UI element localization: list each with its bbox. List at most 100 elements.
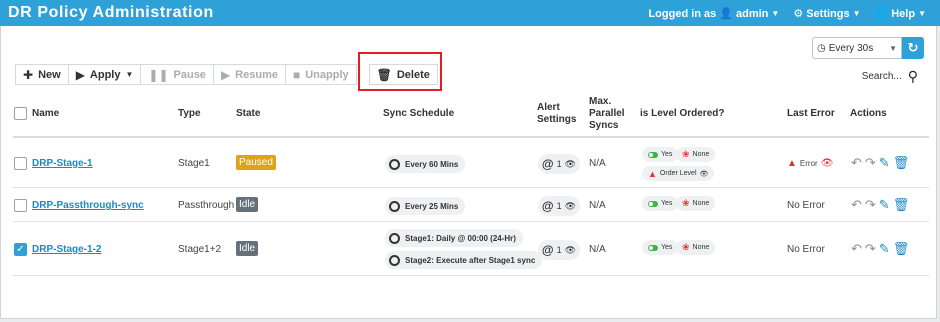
- level-yes: Yes: [661, 244, 673, 251]
- col-header-last-error[interactable]: Last Error: [787, 108, 835, 120]
- alert-settings-pill[interactable]: @ 1 👁: [538, 196, 580, 216]
- resume-icon: ▶: [220, 67, 231, 82]
- row-checkbox[interactable]: [14, 199, 27, 212]
- alert-settings-pill[interactable]: @ 1 👁: [538, 154, 580, 174]
- trash-icon[interactable]: 🗑: [893, 242, 910, 255]
- main-panel: ◷ Every 30s ▼ ↻ ✚ New ▶ Apply ▼ ❚❚ Pause…: [0, 26, 937, 319]
- schedule-text: Stage1: Daily @ 00:00 (24-Hr): [405, 233, 516, 243]
- chevron-down-icon: ▼: [918, 9, 926, 18]
- select-all-checkbox[interactable]: [14, 107, 27, 120]
- col-header-max-line2: Parallel: [589, 108, 625, 119]
- alert-count: 1: [556, 245, 562, 255]
- search-icon[interactable]: ⚲: [908, 68, 918, 85]
- level-ordered-pill: Yes: [642, 240, 679, 255]
- user-menu[interactable]: Logged in as 👤 admin ▼: [648, 7, 779, 21]
- unapply-label: Unapply: [305, 68, 349, 81]
- pause-button[interactable]: ❚❚ Pause: [141, 64, 214, 85]
- refresh-interval-select[interactable]: ◷ Every 30s ▼: [812, 37, 902, 59]
- col-header-level-ordered[interactable]: is Level Ordered?: [640, 108, 724, 120]
- chevron-down-icon: ▼: [889, 43, 897, 53]
- runner-icon: ❀: [682, 149, 690, 159]
- undo-icon[interactable]: ↶: [851, 156, 862, 169]
- eye-icon: 👁: [564, 244, 577, 255]
- col-header-sync-schedule[interactable]: Sync Schedule: [383, 108, 454, 120]
- toggle-icon: [648, 200, 658, 207]
- policy-type: Stage1+2: [178, 244, 222, 255]
- policy-name-link[interactable]: DRP-Passthrough-sync: [32, 200, 144, 211]
- max-parallel-value: N/A: [589, 158, 606, 169]
- policy-name-link[interactable]: DRP-Stage-1-2: [32, 244, 101, 255]
- level-none: None: [692, 200, 710, 207]
- policy-type: Stage1: [178, 158, 210, 169]
- max-parallel-value: N/A: [589, 200, 606, 211]
- row-actions: ↶ ↷ ✎ 🗑: [851, 156, 909, 169]
- resume-button[interactable]: ▶ Resume: [213, 64, 286, 85]
- delete-highlight-box: [358, 52, 442, 91]
- col-header-alert-line2: Settings: [537, 114, 577, 125]
- logged-in-label: Logged in as: [648, 7, 717, 20]
- at-icon: @: [541, 157, 554, 171]
- last-error-value[interactable]: ▲ Error 👁: [787, 158, 833, 169]
- refresh-button[interactable]: ↻: [902, 37, 924, 59]
- clock-icon: [389, 232, 400, 244]
- max-parallel-value: N/A: [589, 244, 606, 255]
- last-error-text: No Error: [787, 244, 825, 255]
- col-header-name[interactable]: Name: [32, 108, 59, 120]
- pause-label: Pause: [173, 68, 206, 81]
- runner-icon: ❀: [682, 242, 690, 252]
- redo-icon[interactable]: ↷: [865, 156, 876, 169]
- col-header-alert-settings[interactable]: Alert Settings: [537, 102, 576, 126]
- clock-icon: [389, 200, 400, 212]
- globe-icon: 🌐: [874, 8, 889, 20]
- toggle-icon: [648, 244, 658, 251]
- new-button[interactable]: ✚ New: [15, 64, 69, 85]
- policy-name-link[interactable]: DRP-Stage-1: [32, 158, 93, 169]
- col-header-actions: Actions: [850, 108, 887, 119]
- user-icon: 👤: [719, 8, 733, 20]
- gear-icon: ⚙: [793, 8, 804, 20]
- col-header-type[interactable]: Type: [178, 108, 201, 120]
- schedule-pill: Stage1: Daily @ 00:00 (24-Hr): [385, 229, 523, 247]
- row-checkbox[interactable]: ✓: [14, 243, 27, 256]
- unapply-button[interactable]: ■ Unapply: [285, 64, 357, 85]
- alert-settings-pill[interactable]: @ 1 👁: [538, 240, 580, 260]
- settings-menu[interactable]: ⚙ Settings ▼: [793, 7, 860, 21]
- eye-icon: 👁: [564, 158, 577, 169]
- level-yes: Yes: [661, 151, 673, 158]
- alert-count: 1: [556, 201, 562, 211]
- row-actions: ↶ ↷ ✎ 🗑: [851, 198, 909, 211]
- undo-icon[interactable]: ↶: [851, 198, 862, 211]
- schedule-text: Every 25 Mins: [405, 201, 459, 211]
- row-checkbox[interactable]: [14, 157, 27, 170]
- col-header-alert-line1: Alert: [537, 102, 560, 113]
- search-box[interactable]: Search... ⚲: [862, 68, 918, 85]
- undo-icon[interactable]: ↶: [851, 242, 862, 255]
- edit-icon[interactable]: ✎: [879, 198, 890, 211]
- edit-icon[interactable]: ✎: [879, 242, 890, 255]
- status-badge: Idle: [236, 197, 259, 212]
- status-badge: Paused: [236, 155, 276, 170]
- policy-type: Passthrough: [178, 200, 235, 211]
- eye-icon: 👁: [564, 200, 577, 211]
- schedule-text: Every 60 Mins: [405, 159, 459, 169]
- status-badge: Idle: [236, 241, 259, 256]
- eye-icon: 👁: [820, 158, 834, 169]
- warning-icon: ▲: [648, 168, 657, 179]
- level-none-pill: ❀ None: [676, 196, 716, 211]
- row-divider: [13, 275, 929, 276]
- row-divider: [13, 187, 929, 188]
- level-none: None: [692, 151, 710, 158]
- redo-icon[interactable]: ↷: [865, 198, 876, 211]
- user-name: admin: [736, 7, 769, 20]
- trash-icon[interactable]: 🗑: [893, 198, 910, 211]
- settings-label: Settings: [806, 7, 850, 20]
- trash-icon[interactable]: 🗑: [893, 156, 910, 169]
- help-menu[interactable]: 🌐 Help ▼: [874, 7, 926, 21]
- apply-button[interactable]: ▶ Apply ▼: [68, 64, 142, 85]
- order-level-label: Order Level: [659, 170, 697, 177]
- edit-icon[interactable]: ✎: [879, 156, 890, 169]
- col-header-state[interactable]: State: [236, 108, 260, 120]
- redo-icon[interactable]: ↷: [865, 242, 876, 255]
- col-header-max-parallel[interactable]: Max. Parallel Syncs: [589, 96, 625, 132]
- order-level-pill[interactable]: ▲ Order Level 👁: [642, 166, 715, 181]
